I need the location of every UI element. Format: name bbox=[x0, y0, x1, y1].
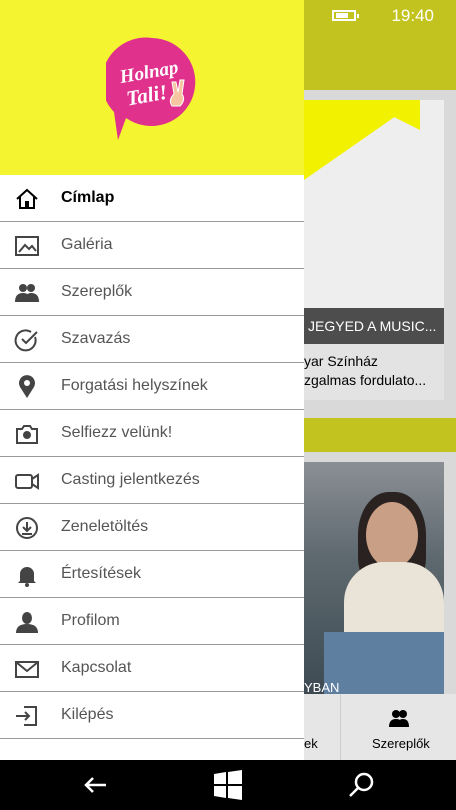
news-card-text: yar Színház zgalmas fordulato... bbox=[304, 352, 444, 390]
battery-icon bbox=[332, 10, 359, 21]
people-icon bbox=[15, 284, 39, 302]
menu-item-label: Értesítések bbox=[61, 565, 142, 582]
video-camera-icon bbox=[15, 473, 39, 490]
menu-item-label: Kilépés bbox=[61, 706, 114, 723]
menu-item-kapcsolat[interactable]: Kapcsolat bbox=[0, 645, 304, 692]
news-card-line: yar Színház bbox=[304, 353, 378, 369]
photo-face bbox=[366, 502, 418, 568]
menu-item-casting[interactable]: Casting jelentkezés bbox=[0, 457, 304, 504]
menu-item-label: Szereplők bbox=[61, 283, 133, 300]
clock: 19:40 bbox=[391, 6, 434, 25]
section-band bbox=[304, 418, 456, 452]
menu-item-szereplok[interactable]: Szereplők bbox=[0, 269, 304, 316]
download-icon bbox=[16, 517, 38, 539]
news-card-graphic bbox=[360, 100, 420, 130]
holnap-tali-logo: Holnap Tali! bbox=[106, 37, 196, 140]
bell-icon bbox=[18, 567, 36, 587]
menu-item-label: Selfiezz velünk! bbox=[61, 424, 173, 441]
profile-icon bbox=[16, 612, 38, 633]
menu-item-label: Galéria bbox=[61, 236, 113, 253]
check-circle-icon bbox=[14, 329, 38, 352]
news-card-line: zgalmas fordulato... bbox=[304, 372, 427, 388]
gallery-icon bbox=[15, 236, 39, 256]
menu-item-kilepes[interactable]: Kilépés bbox=[0, 692, 304, 739]
photo-sweater bbox=[344, 562, 444, 642]
menu-item-ertesitesek[interactable]: Értesítések bbox=[0, 551, 304, 598]
mail-icon bbox=[15, 661, 39, 678]
cast-photo[interactable] bbox=[304, 462, 444, 694]
menu-item-forgatasi-helyszinek[interactable]: Forgatási helyszínek bbox=[0, 363, 304, 410]
menu-item-label: Profilom bbox=[61, 612, 120, 629]
menu-item-label: Casting jelentkezés bbox=[61, 471, 200, 488]
windows-start-icon[interactable] bbox=[208, 768, 248, 802]
drawer-menu: Címlap Galéria Szereplők Szavazás Forgat… bbox=[0, 175, 304, 739]
menu-item-label: Címlap bbox=[61, 189, 115, 206]
menu-item-label: Kapcsolat bbox=[61, 659, 132, 676]
home-icon bbox=[16, 188, 38, 209]
menu-item-cimlap[interactable]: Címlap bbox=[0, 175, 304, 222]
bottom-nav-item-label[interactable]: ek bbox=[304, 736, 318, 751]
photo-jeans bbox=[324, 632, 444, 694]
news-card-banner: JEGYED A MUSIC... bbox=[304, 308, 444, 344]
sign-out-icon bbox=[16, 706, 37, 726]
location-pin-icon bbox=[19, 375, 35, 398]
menu-item-selfiezz[interactable]: Selfiezz velünk! bbox=[0, 410, 304, 457]
search-icon[interactable] bbox=[342, 768, 382, 802]
bottom-nav-item-szereplok[interactable]: Szereplők bbox=[372, 736, 430, 751]
app-header bbox=[304, 32, 456, 90]
menu-item-label: Forgatási helyszínek bbox=[61, 377, 208, 394]
menu-item-szavazas[interactable]: Szavazás bbox=[0, 316, 304, 363]
menu-item-label: Zeneletöltés bbox=[61, 518, 149, 535]
menu-item-zeneletoltes[interactable]: Zeneletöltés bbox=[0, 504, 304, 551]
menu-item-label: Szavazás bbox=[61, 330, 131, 347]
camera-icon bbox=[16, 425, 38, 444]
photo-caption: YBAN bbox=[304, 680, 340, 695]
menu-item-galeria[interactable]: Galéria bbox=[0, 222, 304, 269]
back-arrow-icon[interactable] bbox=[76, 768, 116, 802]
menu-item-profilom[interactable]: Profilom bbox=[0, 598, 304, 645]
bottom-nav-divider bbox=[340, 694, 341, 760]
people-icon[interactable] bbox=[388, 708, 410, 728]
